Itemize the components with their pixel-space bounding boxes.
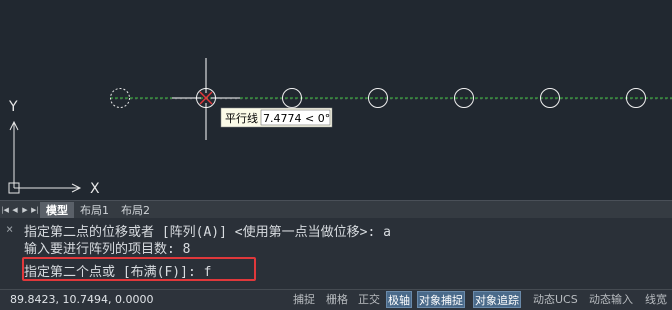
tooltip-label: 平行线	[225, 111, 258, 125]
command-input[interactable]: 指定第二个点或 [布满(F)]: f	[24, 261, 211, 280]
drawing-canvas[interactable]: 平行线 7.4774 < 0° Y X	[0, 0, 672, 200]
osnap-toggle[interactable]: 对象捕捉	[417, 291, 465, 308]
dynamic-input-toggle[interactable]: 动态输入	[587, 291, 635, 308]
grid-toggle[interactable]: 栅格	[324, 291, 350, 308]
lineweight-toggle[interactable]: 线宽	[643, 291, 669, 308]
next-tab-icon[interactable]: ▶	[20, 201, 30, 218]
ucs-icon	[8, 120, 82, 194]
tracking-tooltip: 平行线 7.4774 < 0°	[220, 107, 333, 128]
command-history-line-2: 输入要进行阵列的项目数: 8	[24, 242, 191, 257]
dynamic-ucs-toggle[interactable]: 动态UCS	[531, 291, 580, 308]
tab-layout2[interactable]: 布局2	[115, 202, 156, 218]
status-bar: 89.8423, 10.7494, 0.0000 捕捉 栅格 正交 极轴 对象捕…	[0, 289, 672, 310]
coordinate-readout: 89.8423, 10.7494, 0.0000	[10, 293, 154, 306]
tooltip-value: 7.4774 < 0°	[263, 112, 330, 125]
first-tab-icon[interactable]: |◀	[0, 201, 10, 218]
close-icon[interactable]: ×	[6, 222, 13, 236]
ucs-y-label: Y	[8, 99, 18, 115]
layout-tab-bar: |◀ ◀ ▶ ▶| 模型 布局1 布局2	[0, 200, 672, 218]
command-window: × 指定第二点的位移或者 [阵列(A)] <使用第一点当做位移>: a 输入要进…	[0, 218, 672, 289]
snap-toggle[interactable]: 捕捉	[291, 291, 317, 308]
polar-toggle[interactable]: 极轴	[386, 291, 412, 308]
last-tab-icon[interactable]: ▶|	[30, 201, 40, 218]
otrack-toggle[interactable]: 对象追踪	[473, 291, 521, 308]
prev-tab-icon[interactable]: ◀	[10, 201, 20, 218]
ucs-x-label: X	[90, 181, 100, 197]
tab-layout1[interactable]: 布局1	[74, 202, 115, 218]
tab-model[interactable]: 模型	[40, 201, 74, 218]
ortho-toggle[interactable]: 正交	[356, 291, 382, 308]
